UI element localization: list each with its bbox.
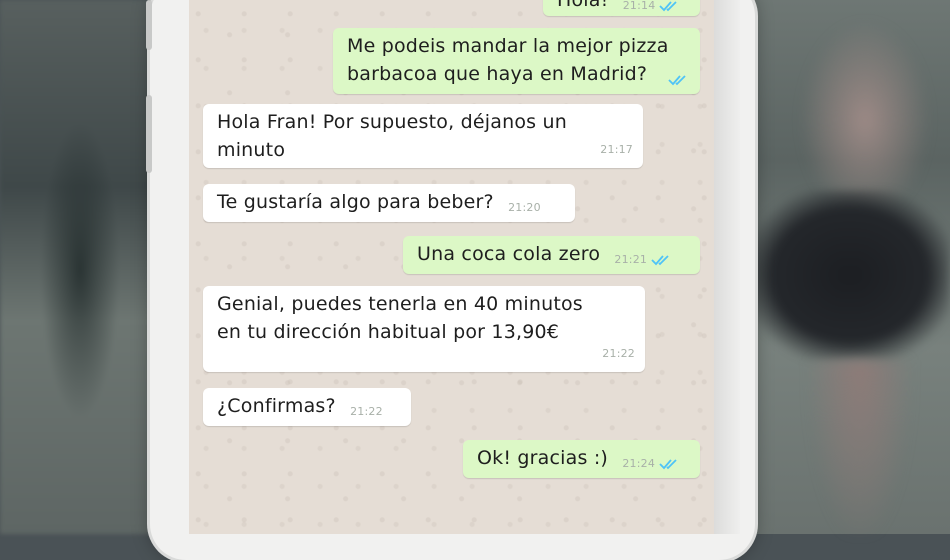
message-text: Una coca cola zero [417,243,601,265]
message-bubble-incoming[interactable]: Genial, puedes tenerla en 40 minutos en … [203,286,645,372]
message-time: 21:14 [622,0,656,12]
volume-button [146,95,152,173]
message-text: Hola! [557,0,609,11]
message-text: Hola Fran! Por supuesto, déjanos un minu… [217,111,567,161]
double-check-icon [659,1,678,12]
message-time: 21:17 [600,143,633,156]
message-bubble-outgoing[interactable]: Hola! 21:14 [543,0,700,16]
message-meta: 21:14 [623,0,682,20]
message-meta: 21:21 [614,246,673,274]
message-bubble-incoming[interactable]: Hola Fran! Por supuesto, déjanos un minu… [203,104,643,168]
message-meta: 21:24 [622,450,681,478]
blurred-background-left [0,0,160,534]
message-bubble-outgoing[interactable]: Una coca cola zero 21:21 [403,236,700,274]
double-check-icon [668,75,686,86]
message-time: 21:21 [614,253,648,266]
message-bubble-incoming[interactable]: Te gustaría algo para beber? 21:20 [203,184,575,222]
blurred-background-right [740,0,950,534]
message-text: ¿Confirmas? [217,395,336,417]
background-shorts [750,190,950,360]
message-time: 21:24 [622,457,656,470]
message-meta: 21:20 [508,194,541,222]
message-bubble-incoming[interactable]: ¿Confirmas? 21:22 [203,388,411,426]
message-text: Genial, puedes tenerla en 40 minutos en … [217,293,583,343]
mute-switch [146,0,152,50]
message-bubble-outgoing[interactable]: Ok! gracias :) 21:24 [463,440,700,478]
message-meta: 21:22 [602,340,635,368]
double-check-icon [651,255,669,266]
message-text: Me podeis mandar la mejor pizza barbacoa… [347,35,669,85]
message-time: 21:22 [350,405,383,418]
message-time: 21:20 [508,201,541,214]
double-check-icon [659,459,677,470]
message-text: Ok! gracias :) [477,447,609,469]
message-meta: 21:17 [600,136,633,164]
message-text: Te gustaría algo para beber? [217,191,494,213]
background-leg [810,360,910,534]
message-bubble-outgoing[interactable]: Me podeis mandar la mejor pizza barbacoa… [333,28,700,94]
chat-screen[interactable]: Hola! 21:14 Me podeis mandar la mejor pi… [189,0,714,534]
message-meta: 21:22 [350,398,383,426]
phone-bezel-right [714,0,740,534]
message-meta [668,74,690,86]
message-time: 21:22 [602,347,635,360]
